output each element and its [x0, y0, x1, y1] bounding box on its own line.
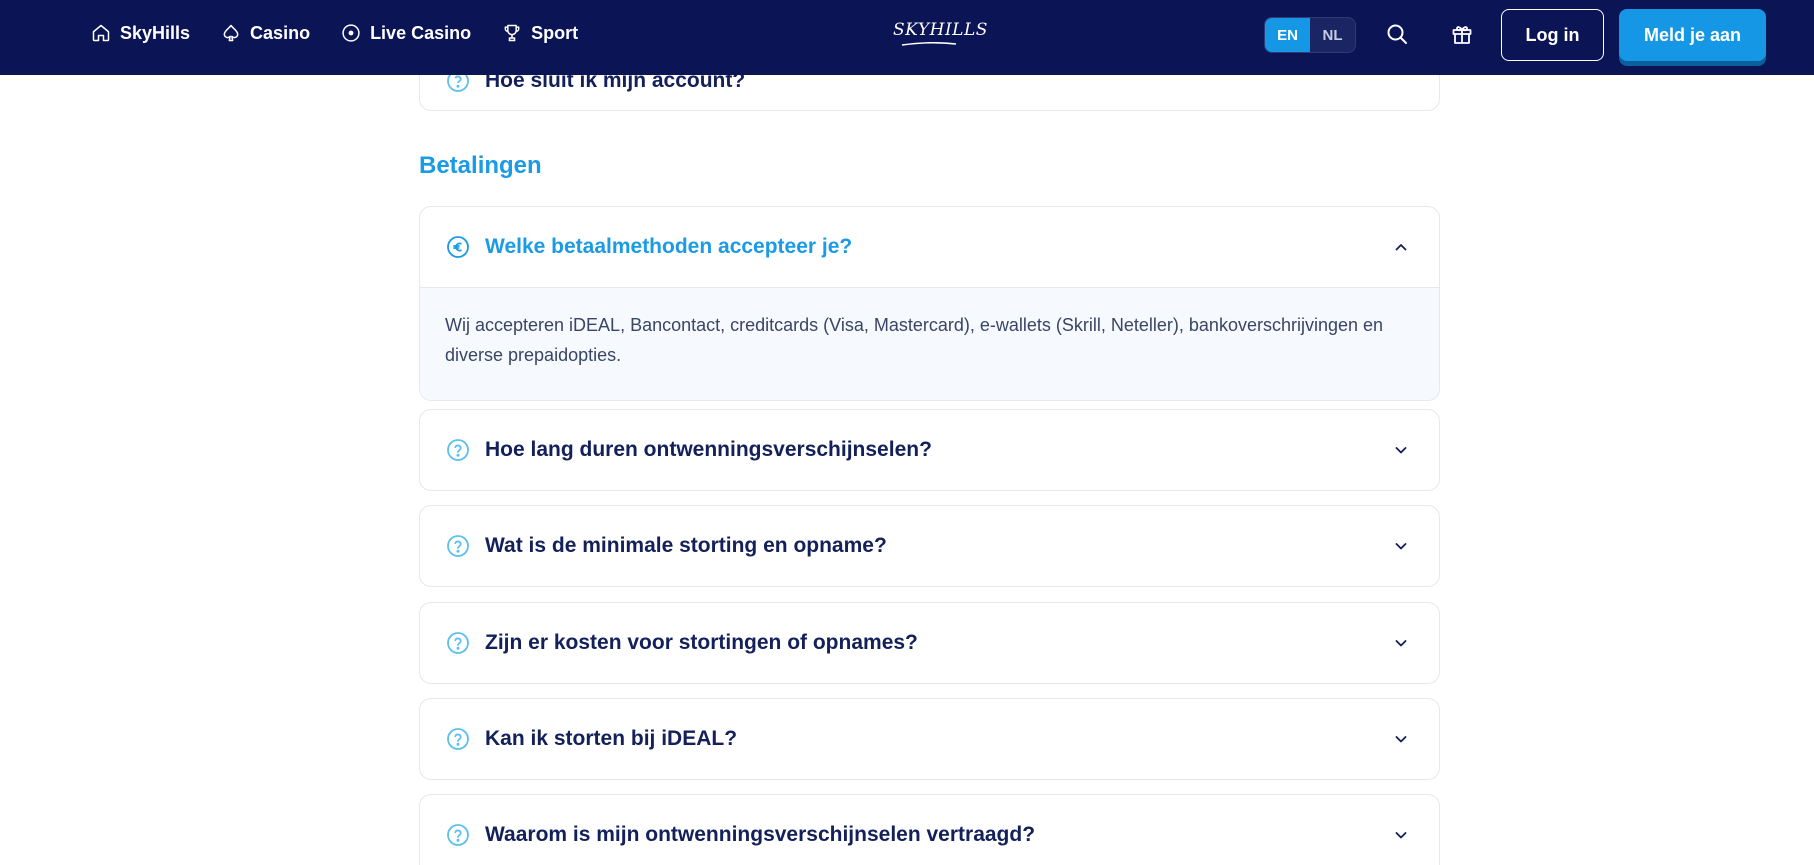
lang-en-button[interactable]: EN	[1265, 18, 1310, 52]
faq-item-payment-methods: Welke betaalmethoden accepteer je? Wij a…	[419, 206, 1440, 401]
faq-question[interactable]: Zijn er kosten voor stortingen of opname…	[420, 603, 1439, 683]
nav-item-live-casino[interactable]: Live Casino	[340, 22, 471, 44]
chevron-down-icon	[1395, 736, 1407, 743]
question-circle-icon	[447, 728, 469, 750]
lang-nl-button[interactable]: NL	[1310, 18, 1355, 52]
euro-circle-icon	[447, 236, 469, 258]
logo-swoosh	[901, 42, 957, 46]
question-circle-icon	[447, 824, 469, 846]
chevron-up-icon	[1395, 244, 1407, 251]
question-circle-icon	[447, 632, 469, 654]
faq-item: Waarom is mijn ontwenningsverschijnselen…	[419, 794, 1440, 865]
faq-question[interactable]: Wat is de minimale storting en opname?	[420, 506, 1439, 586]
search-icon[interactable]	[1383, 20, 1411, 48]
faq-question[interactable]: Welke betaalmethoden accepteer je?	[420, 207, 1439, 287]
signup-button[interactable]: Meld je aan	[1619, 9, 1766, 61]
faq-question-text: Welke betaalmethoden accepteer je?	[485, 235, 853, 258]
nav-label: Casino	[250, 22, 311, 43]
top-header: SkyHills Casino Live Casino Sport SKYHIL…	[0, 0, 1814, 75]
faq-question[interactable]: Hoe lang duren ontwenningsverschijnselen…	[420, 410, 1439, 490]
chevron-down-icon	[1395, 543, 1407, 550]
login-button[interactable]: Log in	[1501, 9, 1604, 61]
faq-question-text: Wat is de minimale storting en opname?	[485, 534, 887, 557]
chevron-down-icon	[1395, 640, 1407, 647]
gift-icon[interactable]	[1448, 20, 1476, 48]
faq-question[interactable]: Kan ik storten bij iDEAL?	[420, 699, 1439, 779]
faq-item: Wat is de minimale storting en opname?	[419, 505, 1440, 587]
faq-question-text: Hoe lang duren ontwenningsverschijnselen…	[485, 438, 932, 461]
nav-label: Live Casino	[370, 22, 472, 43]
home-icon	[90, 22, 112, 44]
logo-text: SKYHILLS	[893, 20, 988, 40]
question-circle-icon	[447, 439, 469, 461]
trophy-icon	[501, 22, 523, 44]
faq-question[interactable]: Waarom is mijn ontwenningsverschijnselen…	[420, 795, 1439, 865]
language-switcher: EN NL	[1264, 17, 1356, 53]
nav-item-sport[interactable]: Sport	[501, 22, 578, 44]
chevron-down-icon	[1395, 832, 1407, 839]
question-circle-icon	[447, 535, 469, 557]
section-title-payments: Betalingen	[419, 152, 542, 179]
spade-icon	[220, 22, 242, 44]
nav-item-skyhills[interactable]: SkyHills	[90, 22, 190, 44]
faq-item: Zijn er kosten voor stortingen of opname…	[419, 602, 1440, 684]
nav-label: Sport	[531, 22, 579, 43]
faq-item: Kan ik storten bij iDEAL?	[419, 698, 1440, 780]
chevron-down-icon	[1395, 447, 1407, 454]
faq-answer: Wij accepteren iDEAL, Bancontact, credit…	[420, 287, 1439, 400]
main-nav: SkyHills Casino Live Casino Sport	[90, 0, 608, 66]
faq-item: Hoe lang duren ontwenningsverschijnselen…	[419, 409, 1440, 491]
faq-question-text: Zijn er kosten voor stortingen of opname…	[485, 631, 918, 654]
play-circle-icon	[340, 22, 362, 44]
faq-question-text: Kan ik storten bij iDEAL?	[485, 727, 738, 750]
nav-item-casino[interactable]: Casino	[220, 22, 310, 44]
page: Hoe sluit ik mijn account? SkyHills Casi…	[0, 0, 1814, 865]
nav-label: SkyHills	[120, 22, 191, 43]
faq-question-text: Waarom is mijn ontwenningsverschijnselen…	[485, 823, 1036, 846]
skyhills-logo[interactable]: SKYHILLS	[893, 20, 988, 48]
